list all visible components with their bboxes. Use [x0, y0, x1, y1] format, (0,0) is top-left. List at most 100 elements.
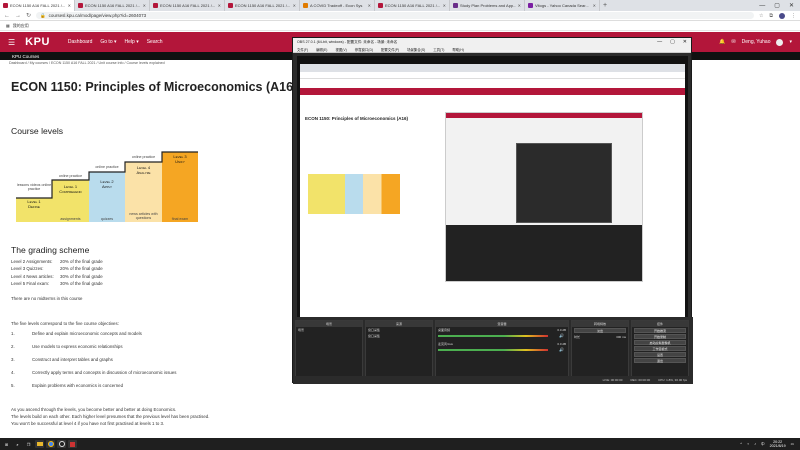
maximize-icon[interactable]: ▢ [670, 39, 675, 45]
browser-tab[interactable]: ECON 1150 A16 FALL 2021 /... ✕ [0, 0, 75, 11]
profile-avatar[interactable] [779, 12, 785, 19]
star-icon[interactable]: ☆ [759, 13, 763, 19]
menu-item[interactable]: 文件(F) [297, 47, 308, 52]
rec-timer: REC: 00:00:00 [630, 377, 651, 382]
url-input[interactable]: 🔒 coursesl.kpu.ca/mod/page/view.php?id=2… [36, 12, 754, 19]
studio-mode-button[interactable]: 工作室模式 [634, 346, 686, 351]
browser-tab[interactable]: Vltogs - Yahoo Canada Sear... ✕ [525, 0, 600, 11]
browser-tab[interactable]: ECON 1150 A16 FALL 2021 /... ✕ [375, 0, 450, 11]
objectives-intro: The five levels correspond to the five c… [11, 321, 119, 326]
level-verb: Comprehend [59, 188, 82, 194]
menu-item[interactable]: 工具(T) [433, 47, 444, 52]
obs-docks: 场景 场景 来源 窗口采集 窗口采集 混音器 桌面音频 0.0 dB 🔊 麦克风/… [293, 317, 693, 384]
level-verb: Unify [175, 158, 185, 164]
windows-start-icon[interactable]: ⊞ [2, 440, 11, 448]
breadcrumb[interactable]: Dashboard / My courses / ECON 1150 A16 F… [9, 61, 165, 65]
level-verb: Apply [101, 183, 113, 189]
browser-tab[interactable]: ECON 1150 A16 FALL 2021 /... ✕ [75, 0, 150, 11]
menu-item[interactable]: 视图(V) [335, 47, 346, 52]
kpu-favicon-icon [3, 3, 8, 8]
transition-select[interactable]: 淡出 [574, 328, 626, 333]
activity-label: online practice [58, 174, 83, 178]
extensions-icon[interactable]: ⧉ [769, 13, 773, 19]
nav-dashboard[interactable]: Dashboard [68, 39, 92, 45]
obs-title-bar: OBS 27.0.1 (64-bit, windows) - 配置文件: 未命名… [293, 38, 691, 46]
avatar[interactable] [776, 38, 784, 46]
menu-item[interactable]: 配置文件(P) [381, 47, 399, 52]
forward-icon[interactable]: → [15, 13, 21, 19]
window-controls: — ▢ ✕ [759, 0, 800, 11]
close-tab-icon[interactable]: ✕ [443, 3, 446, 8]
clock[interactable]: 20:22 2021/8/19 [770, 440, 786, 448]
bookmark-apps[interactable]: 我的应用 [13, 23, 29, 29]
notifications-icon[interactable]: ▭ [791, 442, 794, 446]
minimize-icon[interactable]: — [657, 39, 662, 45]
duration-input[interactable]: 300 ms [616, 335, 626, 339]
hamburger-icon[interactable]: ☰ [8, 38, 15, 47]
obs-icon[interactable] [57, 440, 66, 448]
reload-icon[interactable]: ↻ [26, 12, 31, 19]
file-explorer-icon[interactable] [35, 440, 44, 448]
user-name[interactable]: Deng, Yuhao [742, 39, 771, 45]
volume-icon[interactable]: ♪ [754, 442, 756, 446]
network-icon[interactable]: ⌁ [747, 442, 749, 446]
start-recording-button[interactable]: 开始录制 [634, 334, 686, 339]
obs-preview[interactable]: ECON 1150: Principles of Microeconomics … [297, 56, 688, 336]
close-tab-icon[interactable]: ✕ [143, 3, 146, 8]
minimize-icon[interactable]: — [759, 3, 765, 9]
close-tab-icon[interactable]: ✕ [368, 3, 371, 8]
nav-help[interactable]: Help ▾ [125, 39, 139, 45]
chrome-icon[interactable] [46, 440, 55, 448]
virtual-camera-button[interactable]: 启动虚拟摄像机 [634, 340, 686, 345]
search-icon[interactable]: ⌕ [13, 440, 22, 448]
obs-window: OBS 27.0.1 (64-bit, windows) - 配置文件: 未命名… [292, 37, 693, 384]
back-icon[interactable]: ← [4, 13, 10, 19]
settings-button[interactable]: 设置 [634, 352, 686, 357]
close-window-icon[interactable]: ✕ [683, 39, 687, 45]
grade-row: Level 3 Quizzes: 20% of the final grade [11, 266, 103, 272]
taskbar: ⊞ ⌕ ❐ ^ ⌁ ♪ 中 20:22 2021/8/19 ▭ [0, 438, 800, 450]
exit-button[interactable]: 退出 [634, 358, 686, 363]
close-tab-icon[interactable]: ✕ [68, 3, 71, 8]
browser-tab[interactable]: ECON 1150 A16 FALL 2021 /... ✕ [150, 0, 225, 11]
source-item[interactable]: 窗口采集 [366, 333, 432, 339]
browser-tab[interactable]: ECON 1150 A16 FALL 2021 /... ✕ [225, 0, 300, 11]
app-icon[interactable] [68, 440, 77, 448]
close-tab-icon[interactable]: ✕ [293, 3, 296, 8]
menu-item[interactable]: 帮助(H) [452, 47, 464, 52]
close-tab-icon[interactable]: ✕ [218, 3, 221, 8]
speaker-icon[interactable]: 🔊 [559, 333, 564, 338]
start-streaming-button[interactable]: 开始推流 [634, 328, 686, 333]
menu-icon[interactable]: ⋮ [791, 13, 796, 19]
assessment-label: final exam [171, 217, 189, 221]
menu-item[interactable]: 编辑(E) [316, 47, 327, 52]
apps-icon[interactable]: ▦ [6, 23, 10, 28]
kpu-logo[interactable]: KPU [25, 36, 50, 48]
sources-dock: 来源 窗口采集 窗口采集 [365, 320, 433, 378]
preview-nested-window [445, 112, 643, 282]
chevron-up-icon[interactable]: ^ [740, 442, 742, 446]
notification-bell-icon[interactable]: 🔔 [719, 39, 725, 45]
close-window-icon[interactable]: ✕ [789, 2, 794, 9]
speaker-icon[interactable]: 🔊 [559, 347, 564, 352]
new-tab-icon[interactable]: + [600, 0, 610, 11]
chat-icon[interactable]: ✉ [731, 39, 735, 45]
nav-go-to[interactable]: Go to ▾ [100, 39, 116, 45]
assessment-label: news articles with questions [129, 212, 158, 220]
scene-item[interactable]: 场景 [296, 327, 362, 333]
task-view-icon[interactable]: ❐ [24, 440, 33, 448]
browser-tab[interactable]: Study Plan Problems and App... ✕ [450, 0, 525, 11]
nav-search[interactable]: Search [147, 39, 163, 45]
menu-item[interactable]: 场景集合(S) [407, 47, 425, 52]
input-language[interactable]: 中 [761, 442, 765, 447]
level-verb: Analyze [136, 169, 151, 175]
grade-row: Level 2 Assignments: 20% of the final gra… [11, 259, 103, 264]
chevron-down-icon[interactable]: ▾ [789, 39, 792, 45]
volume-meter [438, 349, 548, 351]
close-tab-icon[interactable]: ✕ [593, 3, 596, 8]
browser-tab[interactable]: A COVID Tradeoff - Econ Sys ✕ [300, 0, 375, 11]
site-favicon-icon [303, 3, 308, 8]
menu-item[interactable]: 停靠窗口(D) [355, 47, 373, 52]
maximize-icon[interactable]: ▢ [774, 2, 780, 9]
close-tab-icon[interactable]: ✕ [518, 3, 521, 8]
